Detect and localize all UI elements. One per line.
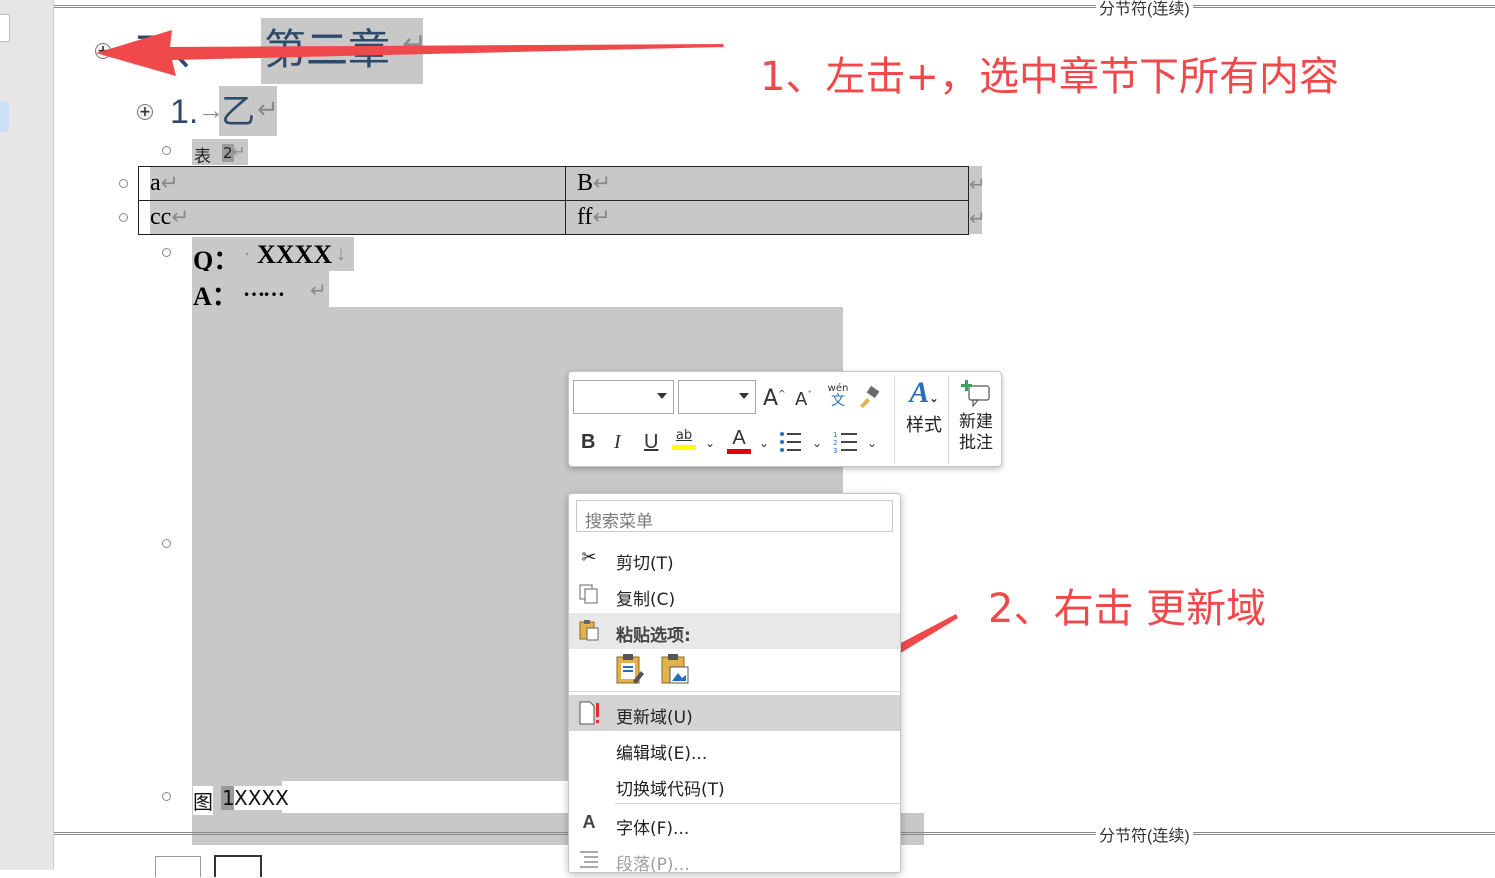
paste-keep-format-icon[interactable] (615, 653, 645, 685)
menu-separator (615, 803, 900, 804)
menu-item-cut[interactable]: ✂ 剪切(T) (569, 541, 900, 577)
menu-item-label: 更新域(U) (616, 708, 693, 728)
chevron-down-icon[interactable]: ⌄ (867, 436, 877, 450)
bold-button[interactable]: B (581, 432, 595, 452)
scissors-icon: ✂ (581, 547, 597, 568)
new-comment-button[interactable]: 新建 批注 (953, 380, 999, 455)
chevron-down-icon[interactable]: ⌄ (812, 436, 822, 450)
annotation-step2: 2、右击 更新域 (988, 586, 1267, 632)
paste-options-header: 粘贴选项: (569, 613, 900, 649)
mini-toolbar: A^ Aˇ wén 文 A⌄ 样式 新建 批注 B I U ab ⌄ A ⌄ ⌄… (568, 371, 1002, 467)
arrow-1-shape (96, 30, 724, 76)
menu-item-label: 编辑域(E)... (616, 744, 708, 764)
menu-item-label: 剪切(T) (616, 554, 674, 574)
highlight-color-swatch (672, 445, 696, 450)
phonetic-bottom: 文 (831, 393, 845, 409)
menu-item-paragraph[interactable]: 段落(P)... (569, 842, 900, 878)
menu-item-label: 字体(F)... (616, 819, 690, 839)
highlight-button[interactable]: ab (672, 428, 696, 450)
font-color-swatch (727, 449, 751, 454)
menu-item-copy[interactable]: 复制(C) (569, 577, 900, 613)
chevron-down-icon[interactable]: ⌄ (705, 436, 715, 450)
font-icon: A (582, 812, 596, 832)
toolbar-divider (894, 376, 895, 464)
menu-item-edit-field[interactable]: 编辑域(E)... (569, 731, 900, 767)
menu-item-toggle-field-codes[interactable]: 切换域代码(T) (569, 767, 900, 803)
paste-picture-icon[interactable] (660, 653, 690, 685)
styles-button[interactable]: A⌄ 样式 (900, 378, 948, 437)
new-comment-label-2: 批注 (959, 433, 993, 454)
font-color-icon: A (732, 427, 746, 449)
menu-item-label: 段落(P)... (616, 855, 690, 875)
chevron-down-icon[interactable] (657, 393, 667, 399)
underline-button[interactable]: U (644, 432, 658, 452)
new-comment-icon (961, 380, 990, 408)
highlight-icon: ab (675, 428, 693, 443)
styles-icon: A⌄ (909, 376, 939, 409)
clipboard-icon (577, 619, 601, 643)
menu-item-label: 切换域代码(T) (616, 780, 725, 800)
svg-text:1: 1 (833, 431, 837, 439)
new-comment-label-1: 新建 (959, 412, 993, 432)
svg-text:3: 3 (833, 447, 837, 454)
toolbar-divider (948, 376, 949, 464)
context-menu: 搜索菜单 ✂ 剪切(T) 复制(C) 粘贴选项: 更新域(U) 编辑域(E)..… (568, 493, 901, 875)
styles-label: 样式 (906, 415, 942, 436)
chevron-down-icon[interactable] (739, 393, 749, 399)
menu-item-label: 粘贴选项: (616, 626, 691, 646)
copy-icon (577, 583, 601, 607)
svg-text:2: 2 (833, 439, 837, 447)
update-field-icon (577, 701, 601, 725)
font-color-button[interactable]: A (727, 428, 751, 454)
menu-search-input[interactable]: 搜索菜单 (576, 500, 893, 532)
shrink-font-icon[interactable]: Aˇ (795, 391, 812, 409)
font-name-combo[interactable] (573, 380, 674, 414)
paste-options-row (605, 649, 900, 691)
chevron-down-icon[interactable]: ⌄ (759, 436, 769, 450)
grow-font-icon[interactable]: A^ (763, 388, 786, 410)
phonetic-guide-icon[interactable]: wén 文 (827, 384, 849, 409)
italic-button[interactable]: I (614, 432, 621, 452)
paragraph-icon (577, 848, 601, 872)
menu-item-label: 复制(C) (616, 590, 676, 610)
menu-item-font[interactable]: A 字体(F)... (569, 806, 900, 842)
menu-item-update-field[interactable]: 更新域(U) (569, 695, 900, 731)
annotation-step1: 1、左击+，选中章节下所有内容 (760, 54, 1339, 100)
menu-separator (569, 691, 900, 692)
font-size-combo[interactable] (678, 380, 756, 414)
format-painter-icon[interactable] (857, 386, 881, 410)
numbered-list-icon[interactable]: 1 2 3 (833, 430, 859, 454)
bullet-list-icon[interactable] (779, 431, 803, 453)
